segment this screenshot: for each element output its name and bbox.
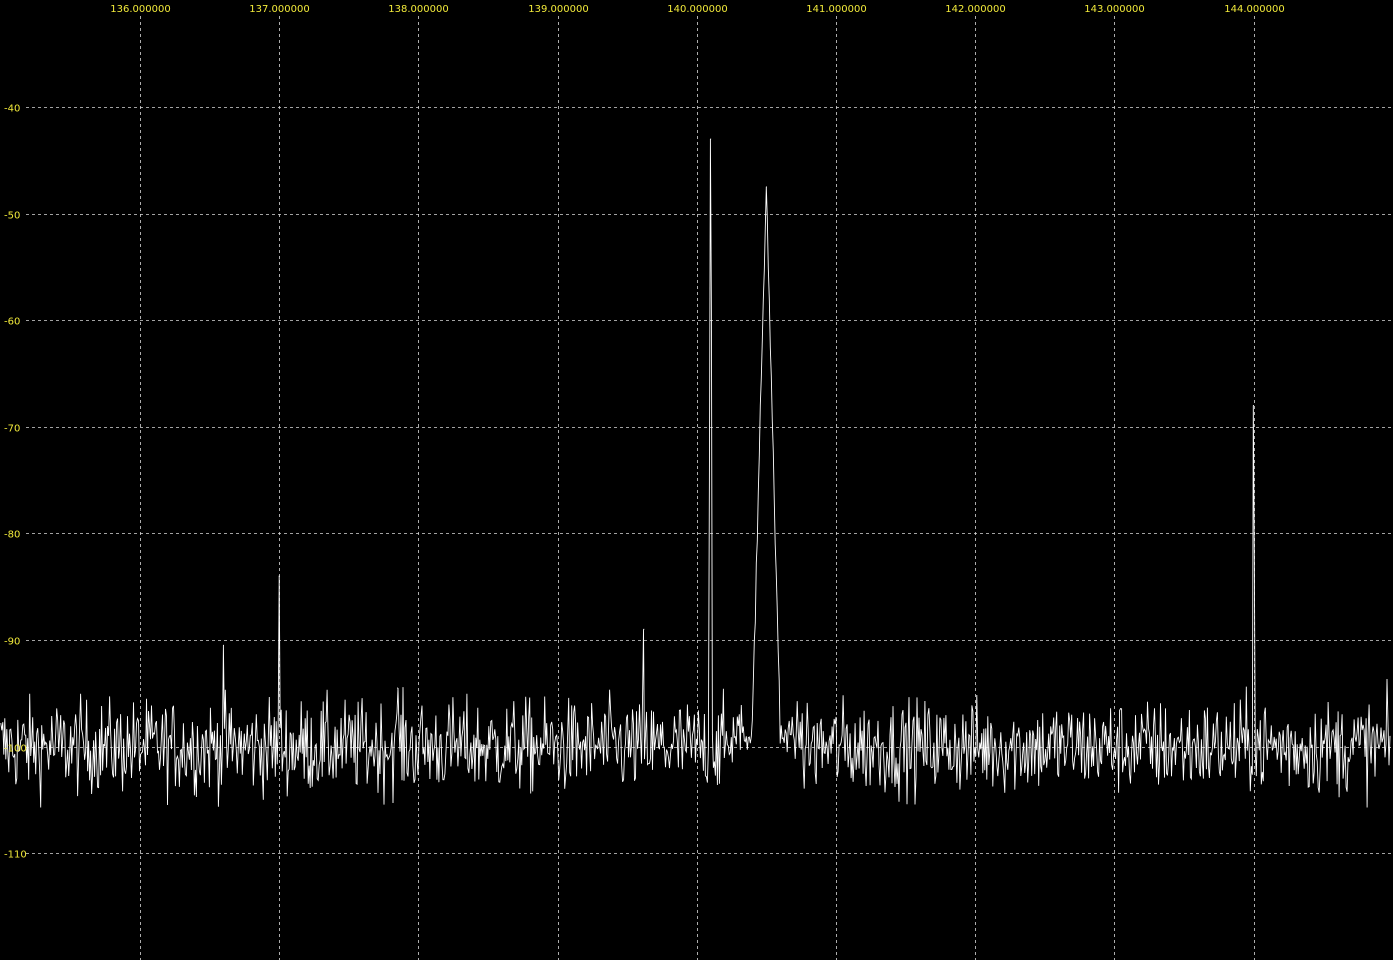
peak-point-2 [397,687,398,689]
y-tick-label-3: -70 [4,424,20,435]
y-tick-label-2: -60 [4,317,20,328]
peak-point-5 [765,186,767,188]
x-tick-label-1: 137.000000 [249,4,309,15]
x-tick-label-5: 141.000000 [806,4,866,15]
x-tick-label-4: 140.000000 [667,4,727,15]
y-tick-label-1: -50 [4,211,20,222]
x-tick-label-7: 143.000000 [1084,4,1144,15]
peak-point-3 [643,628,645,630]
peak-point-6 [1253,405,1255,406]
y-tick-label-0: -40 [4,104,20,115]
x-tick-label-8: 144.000000 [1224,4,1284,15]
x-tick-label-2: 138.000000 [388,4,448,15]
y-tick-label-5: -90 [4,637,20,648]
x-tick-label-6: 142.000000 [945,4,1005,15]
y-tick-label-4: -80 [4,530,20,541]
y-tick-label-6: -100 [4,744,27,755]
plot-background [0,0,1393,960]
x-tick-labels: 136.000000 137.000000 138.000000 139.000000… [110,4,1284,15]
peak-point-0 [223,644,224,646]
y-tick-label-7: -110 [4,850,27,861]
peak-point-1 [278,575,280,577]
x-tick-label-3: 139.000000 [528,4,588,15]
x-tick-label-0: 136.000000 [110,4,170,15]
spectrum-plot[interactable]: 136.000000 137.000000 138.000000 139.000000… [0,0,1393,960]
peak-point-4 [710,138,712,140]
spectrum-analyzer-view[interactable]: 136.000000 137.000000 138.000000 139.000000… [0,0,1393,960]
